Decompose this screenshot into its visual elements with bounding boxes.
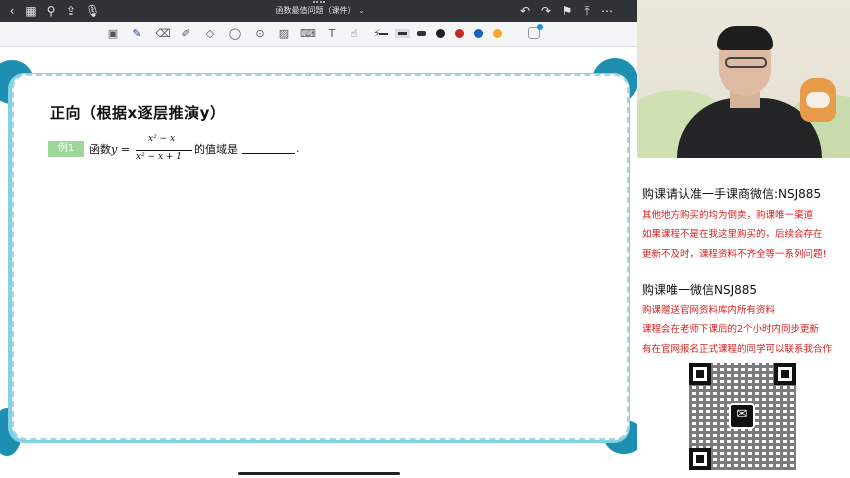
qr-finder bbox=[689, 448, 711, 470]
text-recognition-icon[interactable]: ▣ bbox=[105, 26, 121, 42]
fraction-denominator: x² − x + 1 bbox=[136, 152, 183, 162]
info-text: 有在官网报名正式课程的同学可以联系我合作 bbox=[642, 344, 833, 355]
document-title[interactable]: 函数最值问题（课件） ⌄ bbox=[250, 4, 390, 18]
qr-finder bbox=[689, 363, 711, 385]
info-text: 更新不及时，课程资料不齐全等一系列问题! bbox=[642, 249, 827, 260]
info-headline: 购课请认准一手课商微信:NSJ885 bbox=[642, 187, 822, 201]
eraser-icon[interactable]: ⌫ bbox=[155, 26, 171, 42]
info-text: 购课赠送官网资料库内所有资料 bbox=[642, 305, 776, 316]
keyboard-icon[interactable]: ⌨ bbox=[300, 26, 316, 42]
color-red[interactable] bbox=[455, 29, 464, 38]
slide-card[interactable] bbox=[12, 74, 629, 440]
lasso-icon[interactable]: ◯ bbox=[227, 26, 243, 42]
chevron-down-icon: ⌄ bbox=[358, 7, 365, 15]
back-icon[interactable]: ‹ bbox=[5, 4, 19, 18]
question-prefix: 函数 bbox=[89, 143, 111, 156]
presenter-glasses bbox=[725, 57, 767, 68]
question-period: . bbox=[296, 142, 300, 155]
fraction-line bbox=[136, 150, 192, 151]
question-suffix: 的值域是 bbox=[194, 143, 238, 156]
color-yellow[interactable] bbox=[493, 29, 502, 38]
pen-icon[interactable]: ✎ bbox=[129, 26, 145, 42]
info-text: 课程会在老师下课后的2个小时内同步更新 bbox=[642, 324, 820, 335]
stroke-medium[interactable] bbox=[395, 29, 410, 38]
equation-lhs: y = bbox=[111, 143, 130, 156]
notes-app: ‹ ▦ ⚲ ⇪ 🎙 函数最值问题（课件） ⌄ ↶ ↷ ⚑ ⤒ ⋯ ▣ ✎ ⌫ ✐ … bbox=[0, 0, 637, 478]
share-icon[interactable]: ⇪ bbox=[64, 4, 78, 18]
example-badge: 例1 bbox=[48, 141, 84, 157]
shapes-icon[interactable]: ◇ bbox=[202, 26, 218, 42]
color-blue[interactable] bbox=[474, 29, 483, 38]
hand-icon[interactable]: ☝ bbox=[346, 26, 362, 42]
stroke-thin[interactable] bbox=[379, 33, 388, 35]
slide-heading: 正向（根据x逐层推演y） bbox=[50, 104, 226, 122]
textbox-icon[interactable]: T bbox=[324, 26, 340, 42]
redo-icon[interactable]: ↷ bbox=[539, 4, 553, 18]
grid-icon[interactable]: ▦ bbox=[24, 4, 38, 18]
image-icon[interactable]: ▨ bbox=[276, 26, 292, 42]
document-title-text: 函数最值问题（课件） bbox=[275, 6, 356, 15]
export-icon[interactable]: ⤒ bbox=[580, 4, 594, 18]
app-window: ‹ ▦ ⚲ ⇪ 🎙 函数最值问题（课件） ⌄ ↶ ↷ ⚑ ⤒ ⋯ ▣ ✎ ⌫ ✐ … bbox=[0, 0, 850, 478]
stroke-thick[interactable] bbox=[417, 31, 426, 36]
qr-finder bbox=[774, 363, 796, 385]
wechat-logo-icon bbox=[729, 403, 755, 429]
search-icon[interactable]: ⚲ bbox=[44, 4, 58, 18]
zoom-icon[interactable]: ⊙ bbox=[252, 26, 268, 42]
mascot-face bbox=[806, 92, 830, 108]
microphone-icon[interactable]: 🎙 bbox=[85, 4, 100, 18]
info-text: 如果课程不是在我这里购买的，后续会存在 bbox=[642, 229, 823, 240]
bookmark-icon[interactable]: ⚑ bbox=[560, 4, 574, 18]
bottom-bar bbox=[0, 460, 637, 478]
top-bar: ‹ ▦ ⚲ ⇪ 🎙 函数最值问题（课件） ⌄ ↶ ↷ ⚑ ⤒ ⋯ bbox=[0, 0, 637, 22]
fraction-numerator: x² − x bbox=[148, 134, 176, 144]
palette-icon[interactable] bbox=[528, 24, 543, 39]
presenter-hair bbox=[717, 26, 773, 50]
info-headline: 购课唯一微信NSJ885 bbox=[642, 283, 758, 297]
undo-icon[interactable]: ↶ bbox=[518, 4, 532, 18]
color-black[interactable] bbox=[436, 29, 445, 38]
drawing-toolbar: ▣ ✎ ⌫ ✐ ◇ ◯ ⊙ ▨ ⌨ T ☝ ⚡ bbox=[0, 22, 637, 47]
info-text: 其他地方购买的均为倒卖，购课唯一渠道 bbox=[642, 210, 814, 221]
highlighter-icon[interactable]: ✐ bbox=[178, 26, 194, 42]
more-icon[interactable]: ⋯ bbox=[600, 4, 614, 18]
answer-blank bbox=[242, 153, 295, 154]
home-indicator[interactable] bbox=[238, 472, 400, 475]
